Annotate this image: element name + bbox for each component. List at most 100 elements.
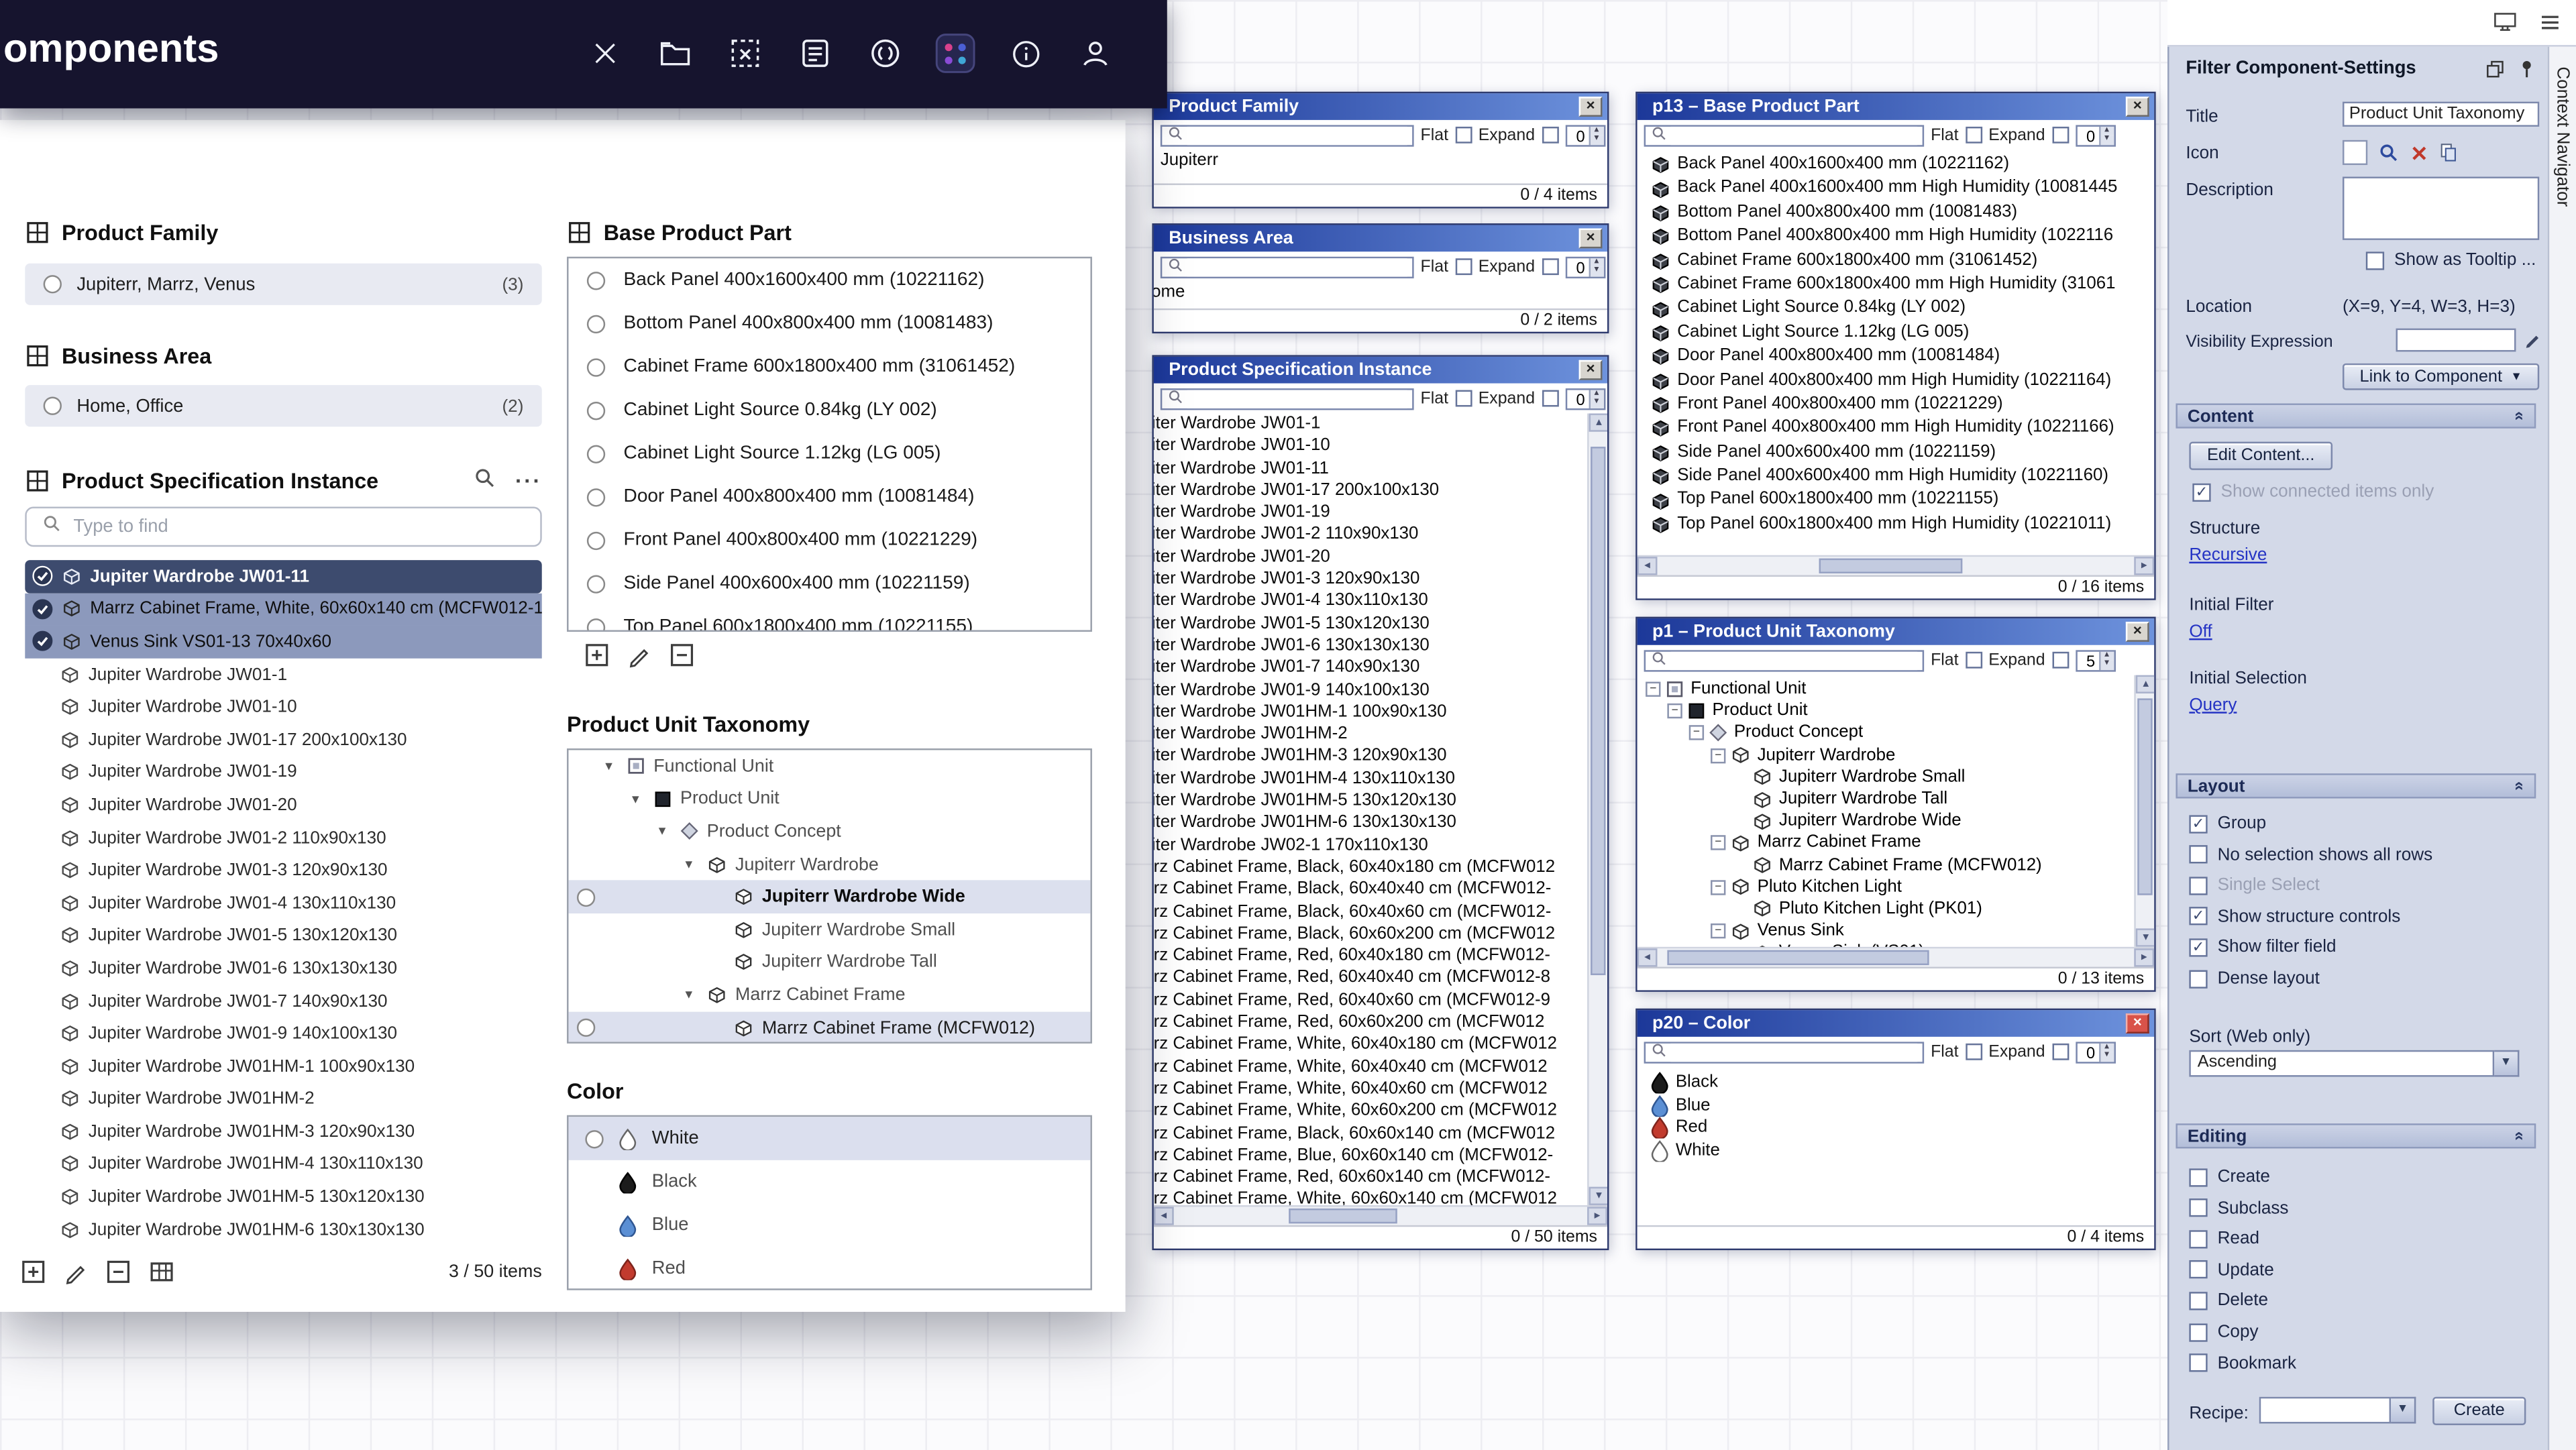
list-item[interactable]: Marrz Cabinet Frame, Black, 60x40x180 cm… [1154, 856, 1607, 879]
radio[interactable] [587, 488, 605, 506]
list-item[interactable]: Door Panel 400x800x400 mm (10081484) [1638, 345, 2154, 370]
list-item[interactable]: Cabinet Frame 600x1800x400 mm (31061452) [569, 345, 1091, 388]
filter-field[interactable] [1644, 649, 1925, 671]
expander-icon[interactable]: − [1667, 704, 1682, 719]
list-item[interactable]: Marrz Cabinet Frame, White, 60x40x40 cm … [1154, 1056, 1607, 1078]
list-item[interactable]: Bottom Panel 400x800x400 mm (10081483) [1638, 201, 2154, 225]
list-item[interactable]: Top Panel 600x1800x400 mm (10221155) [1638, 489, 2154, 513]
filter-field[interactable] [1161, 388, 1414, 409]
window-titlebar[interactable]: p13 – Base Product Part × [1638, 93, 2154, 120]
list-item[interactable]: Door Panel 400x800x400 mm (10081484) [569, 475, 1091, 518]
close-icon[interactable] [584, 32, 627, 75]
expand-depth-spinner[interactable]: 0▴▾ [1565, 124, 1605, 146]
spinner-arrows[interactable]: ▴▾ [2098, 126, 2113, 144]
list-item[interactable]: Cabinet Light Source 1.12kg (LG 005) [569, 432, 1091, 476]
collapse-icon[interactable]: « [2510, 1131, 2528, 1141]
scroll-right-icon[interactable]: ▸ [2134, 557, 2154, 575]
list-item[interactable]: Marrz Cabinet Frame, Red, 60x40x40 cm (M… [1154, 968, 1607, 990]
list-item[interactable]: Jupiter Wardrobe JW01-3 120x90x130 [1154, 569, 1607, 591]
list-item[interactable]: Bottom Panel 400x800x400 mm High Humidit… [1638, 225, 2154, 249]
show-as-tooltip-checkbox[interactable] [2366, 251, 2384, 269]
list-item[interactable]: Marrz Cabinet Frame, White, 60x40x60 cm … [1154, 1078, 1607, 1101]
select-region-icon[interactable] [724, 32, 767, 75]
list-item[interactable]: Cabinet Frame 600x1800x400 mm High Humid… [1638, 273, 2154, 297]
radio[interactable] [577, 1019, 595, 1037]
expander-icon[interactable]: ▾ [685, 855, 706, 873]
list-item[interactable]: Marrz Cabinet Frame, Black, 60x40x60 cm … [1154, 901, 1607, 923]
list-item[interactable]: Jupiter Wardrobe JW01HM-3 120x90x130 [25, 1115, 541, 1148]
filter-text-input[interactable] [1187, 258, 1407, 276]
radio[interactable] [587, 531, 605, 549]
list-item[interactable]: Jupiter Wardrobe JW01HM-5 130x120x130 [1154, 790, 1607, 812]
list-item[interactable]: Back Panel 400x1600x400 mm High Humidity… [1638, 177, 2154, 201]
list-item[interactable]: Blue [569, 1203, 1091, 1247]
chevron-down-icon[interactable]: ▼ [2391, 1397, 2416, 1424]
display-icon[interactable] [2493, 10, 2518, 35]
list-item[interactable]: White [569, 1117, 1091, 1160]
refresh-icon[interactable] [863, 32, 907, 75]
list-item[interactable]: Jupiterr [1154, 150, 1607, 173]
horizontal-scrollbar[interactable]: ◂ ▸ [1638, 947, 2154, 967]
close-icon[interactable]: × [2126, 622, 2149, 642]
list-item[interactable]: Door Panel 400x800x400 mm High Humidity … [1638, 370, 2154, 394]
list-item[interactable]: Marrz Cabinet Frame, Red, 60x40x60 cm (M… [1154, 990, 1607, 1012]
radio[interactable] [587, 444, 605, 462]
list-item[interactable]: Jupiter Wardrobe JW01-1 [1154, 413, 1607, 435]
psi-search-field[interactable] [25, 507, 541, 547]
scroll-left-icon[interactable]: ◂ [1154, 1207, 1174, 1225]
list-item[interactable]: Jupiter Wardrobe JW01-11 [25, 560, 541, 593]
spinner-arrows[interactable]: ▴▾ [2098, 1043, 2113, 1061]
list-item[interactable]: Jupiter Wardrobe JW01-11 [1154, 457, 1607, 480]
list-item[interactable]: Marrz Cabinet Frame, Black, 60x40x40 cm … [1154, 879, 1607, 901]
radio[interactable] [585, 1129, 603, 1148]
list-item[interactable]: Home [1154, 282, 1607, 304]
recipe-create-button[interactable]: Create [2432, 1397, 2526, 1425]
scroll-down-icon[interactable]: ▾ [1589, 1187, 1607, 1205]
business-area-selection[interactable]: Home, Office (2) [25, 385, 541, 427]
structure-link[interactable]: Recursive [2189, 545, 2267, 565]
context-navigator-strip[interactable]: Context Navigator [2548, 47, 2576, 1450]
tree-node[interactable]: Jupiterr Wardrobe Wide [569, 881, 1091, 913]
checkbox-show-filter-field[interactable]: ✓ [2189, 938, 2207, 956]
spinner-arrows[interactable]: ▴▾ [1589, 258, 1603, 276]
spinner-arrows[interactable]: ▴▾ [2098, 651, 2113, 669]
list-item[interactable]: Jupiter Wardrobe JW01-2 110x90x130 [25, 822, 541, 854]
window-titlebar[interactable]: p1 – Product Unit Taxonomy × [1638, 618, 2154, 645]
show-connected-items-checkbox[interactable]: ✓ [2192, 483, 2210, 501]
tree-node[interactable]: −Pluto Kitchen Light [1638, 877, 2154, 899]
scrollbar-thumb[interactable] [1289, 1209, 1397, 1223]
list-item[interactable]: Jupiter Wardrobe JW01HM-6 130x130x130 [1154, 812, 1607, 834]
scrollbar-thumb[interactable] [1591, 447, 1605, 975]
list-item[interactable]: Side Panel 400x600x400 mm (10221159) [569, 562, 1091, 606]
tree-node[interactable]: Marrz Cabinet Frame (MCFW012) [569, 1011, 1091, 1044]
list-item[interactable]: Jupiter Wardrobe JW01-7 140x90x130 [1154, 657, 1607, 679]
layout-section-header[interactable]: Layout « [2176, 773, 2536, 798]
table-view-icon[interactable] [148, 1258, 175, 1285]
radio[interactable] [587, 314, 605, 332]
edit-icon[interactable] [63, 1260, 88, 1284]
edit-content-button[interactable]: Edit Content... [2189, 442, 2332, 470]
checkbox-show-structure-controls[interactable]: ✓ [2189, 907, 2207, 926]
list-item[interactable]: Jupiter Wardrobe JW01HM-6 130x130x130 [25, 1213, 541, 1246]
list-item[interactable]: Marrz Cabinet Frame, Red, 60x60x140 cm (… [1154, 1167, 1607, 1189]
list-item[interactable]: Marrz Cabinet Frame, Red, 60x40x180 cm (… [1154, 946, 1607, 968]
radio[interactable] [587, 574, 605, 592]
checkbox-group[interactable]: ✓ [2189, 814, 2207, 832]
spinner-arrows[interactable]: ▴▾ [1589, 126, 1603, 144]
folder-icon[interactable] [653, 32, 697, 75]
radio[interactable] [587, 357, 605, 376]
list-item[interactable]: Top Panel 600x1800x400 mm (10221155) [569, 605, 1091, 632]
expand-checkbox[interactable] [2052, 127, 2069, 144]
expand-depth-spinner[interactable]: 0▴▾ [2075, 124, 2115, 146]
expand-depth-spinner[interactable]: 0▴▾ [1565, 388, 1605, 409]
filter-text-input[interactable] [1670, 1043, 1917, 1061]
list-item[interactable]: Jupiter Wardrobe JW01HM-2 [1154, 724, 1607, 746]
add-icon[interactable] [20, 1258, 47, 1285]
checkbox-bookmark[interactable] [2189, 1353, 2207, 1372]
expander-icon[interactable]: − [1689, 726, 1704, 740]
expander-icon[interactable]: ▾ [659, 823, 680, 841]
list-item[interactable]: Jupiter Wardrobe JW01-10 [1154, 435, 1607, 457]
icon-paste-icon[interactable] [2436, 140, 2461, 165]
window-titlebar[interactable]: Product Specification Instance × [1154, 357, 1607, 384]
list-item[interactable]: Back Panel 400x1600x400 mm (10221162) [1638, 154, 2154, 178]
